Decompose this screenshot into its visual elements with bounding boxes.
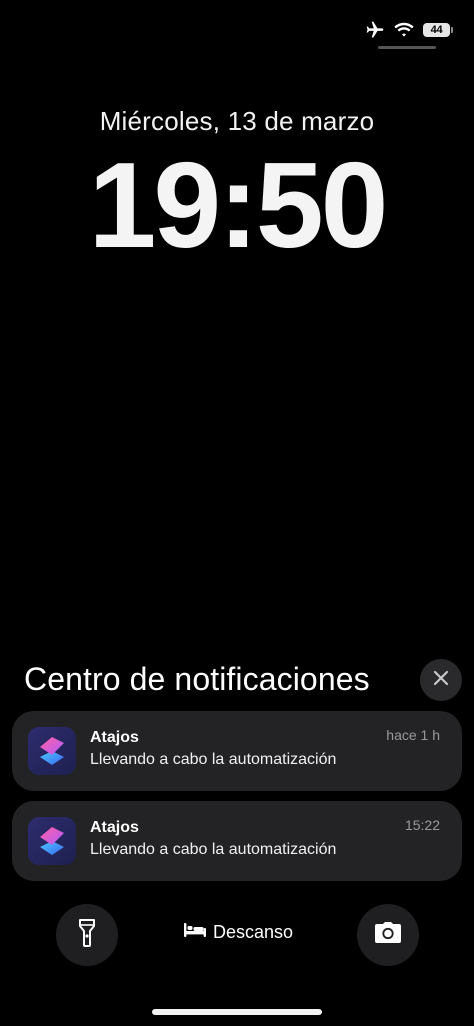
wifi-icon <box>394 22 414 38</box>
notification-card[interactable]: Atajos Llevando a cabo la automatización… <box>12 801 462 881</box>
airplane-icon <box>365 20 385 40</box>
battery-indicator: 44 <box>423 23 453 37</box>
flashlight-icon <box>77 918 97 953</box>
notification-card[interactable]: Atajos Llevando a cabo la automatización… <box>12 711 462 791</box>
notification-app-name: Atajos <box>90 819 139 836</box>
notification-time: hace 1 h <box>386 727 440 743</box>
status-bar: 44 <box>365 18 453 42</box>
flashlight-button[interactable] <box>56 904 118 966</box>
camera-icon <box>374 921 402 949</box>
battery-level: 44 <box>430 24 443 36</box>
status-bar-divider <box>378 46 436 49</box>
notification-center-title: Centro de notificaciones <box>24 661 370 697</box>
notification-app-name: Atajos <box>90 729 139 746</box>
focus-mode-label: Descanso <box>213 922 294 942</box>
lock-screen-date: Miércoles, 13 de marzo <box>99 106 375 136</box>
notification-message: Llevando a cabo la automatización <box>90 841 337 858</box>
focus-mode-indicator[interactable]: Descanso <box>183 922 293 943</box>
camera-button[interactable] <box>357 904 419 966</box>
lock-screen-time: 19:50 <box>88 137 388 273</box>
clear-notifications-button[interactable] <box>420 659 462 701</box>
notification-message: Llevando a cabo la automatización <box>90 751 337 768</box>
close-icon <box>433 670 449 691</box>
bed-icon <box>183 922 207 943</box>
shortcuts-app-icon <box>28 727 76 775</box>
shortcuts-app-icon <box>28 817 76 865</box>
notification-time: 15:22 <box>404 817 440 833</box>
home-indicator[interactable] <box>152 1009 322 1015</box>
